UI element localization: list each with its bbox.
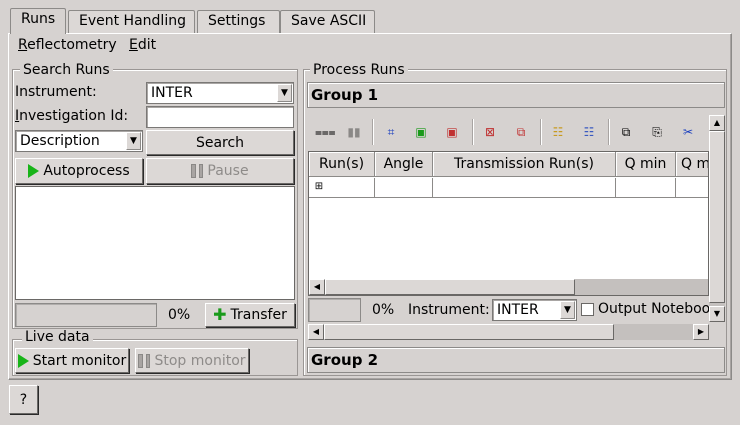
pause-label: Pause <box>207 163 249 179</box>
transfer-label: Transfer <box>230 307 287 323</box>
search-button-label: Search <box>195 134 245 151</box>
column-header-qmin[interactable]: Q min <box>616 152 676 177</box>
column-header-angle[interactable]: Angle <box>375 152 433 177</box>
menu-reflectometry-mnemonic: R <box>18 37 28 53</box>
tab-save-ascii[interactable]: Save ASCII <box>280 10 375 33</box>
search-results-table[interactable] <box>15 186 295 300</box>
copy-icon[interactable]: ⧉ <box>617 123 635 141</box>
tab-runs[interactable]: Runs <box>10 8 66 34</box>
column-header-qmax[interactable]: Q m <box>676 152 708 177</box>
instrument-select-value: INTER <box>151 85 193 101</box>
search-progress-text: 0% <box>168 307 191 323</box>
menu-edit[interactable]: Edit <box>129 37 156 53</box>
toolbar-separator <box>472 119 473 145</box>
description-select[interactable]: Description ▼ <box>15 130 143 152</box>
chevron-down-icon: ▼ <box>560 301 575 319</box>
paste-icon[interactable]: ⎘ <box>648 123 666 141</box>
investigation-id-input[interactable] <box>146 106 294 128</box>
expand-row-icon[interactable]: ⊞ <box>309 178 329 198</box>
scroll-up-icon[interactable]: ▲ <box>709 115 725 131</box>
table-scroll-thumb[interactable] <box>325 279 575 295</box>
help-button[interactable]: ? <box>9 385 38 414</box>
stop-monitor-label: Stop monitor <box>154 352 246 369</box>
instrument-label: Instrument: <box>15 84 97 100</box>
play-icon <box>17 353 29 368</box>
cell-transmission[interactable] <box>433 178 616 198</box>
transfer-button[interactable]: ✚ Transfer <box>205 303 295 327</box>
live-data-title: Live data <box>22 329 93 345</box>
stop-monitor-button[interactable]: Stop monitor <box>135 348 249 373</box>
plot-icon[interactable]: ⊠ <box>481 123 499 141</box>
chevron-down-icon: ▼ <box>277 84 292 102</box>
group-scroll-thumb[interactable] <box>324 324 614 340</box>
tab-event-handling[interactable]: Event Handling <box>68 10 195 33</box>
scroll-left-icon[interactable]: ◀ <box>309 279 325 295</box>
insert-row-icon[interactable]: ☷ <box>549 123 567 141</box>
chevron-down-icon: ▼ <box>126 132 141 150</box>
scroll-left-icon[interactable]: ◀ <box>308 324 324 340</box>
tab-event-handling-label: Event Handling <box>79 13 186 29</box>
delete-group-icon[interactable]: ▣ <box>443 123 461 141</box>
toolbar-separator <box>608 119 609 145</box>
tab-runs-label: Runs <box>21 11 56 27</box>
cell-qmin[interactable] <box>616 178 676 198</box>
cell-runs[interactable] <box>329 178 375 198</box>
column-header-transmission[interactable]: Transmission Run(s) <box>433 152 616 177</box>
autoprocess-label: Autoprocess <box>43 163 130 179</box>
description-select-value: Description <box>20 133 100 149</box>
menu-reflectometry-label: eflectometry <box>27 37 117 53</box>
menu-edit-mnemonic: E <box>129 37 138 53</box>
start-monitor-button[interactable]: Start monitor <box>15 348 129 373</box>
process-instrument-label: Instrument: <box>408 302 490 318</box>
start-monitor-label: Start monitor <box>32 352 127 369</box>
menu-edit-label: dit <box>137 37 157 53</box>
plot-group-icon[interactable]: ⧉ <box>512 123 530 141</box>
vertical-scroll-thumb[interactable] <box>709 131 725 303</box>
group-2-header[interactable]: Group 2 <box>307 347 725 373</box>
toolbar-separator <box>540 119 541 145</box>
search-runs-title: Search Runs <box>20 62 113 78</box>
menu-reflectometry[interactable]: Reflectometry <box>18 37 117 53</box>
tab-settings-label: Settings <box>208 13 266 29</box>
process-instrument-select[interactable]: INTER ▼ <box>492 299 577 321</box>
expand-all-icon[interactable]: ⌗ <box>382 123 400 141</box>
pause-icon <box>191 164 204 178</box>
scroll-right-icon[interactable]: ▶ <box>693 324 709 340</box>
help-button-label: ? <box>19 391 28 408</box>
process-progress-text: 0% <box>372 302 395 318</box>
group-2-label: Group 2 <box>311 351 379 369</box>
cut-icon[interactable]: ✂ <box>679 123 697 141</box>
tab-save-ascii-label: Save ASCII <box>291 13 367 29</box>
play-icon <box>28 164 40 178</box>
investigation-id-label: Investigation Id: <box>15 108 129 124</box>
column-header-runs[interactable]: Run(s) <box>309 152 375 177</box>
add-icon: ✚ <box>213 305 227 324</box>
pause-button[interactable]: Pause <box>146 158 294 184</box>
search-button[interactable]: Search <box>146 130 294 155</box>
cell-qmax[interactable] <box>676 178 708 198</box>
process-icon[interactable]: ⩶ <box>315 123 336 141</box>
process-progress-bar <box>308 298 361 322</box>
cell-angle[interactable] <box>375 178 433 198</box>
search-progress-bar <box>15 303 157 327</box>
runs-table[interactable]: Run(s) Angle Transmission Run(s) Q min Q… <box>308 151 709 296</box>
output-notebook-label: Output Noteboo <box>598 301 709 317</box>
autoprocess-button[interactable]: Autoprocess <box>15 158 143 184</box>
group-1-label: Group 1 <box>311 86 379 104</box>
instrument-select[interactable]: INTER ▼ <box>146 82 294 104</box>
toolbar-separator <box>372 119 373 145</box>
output-notebook-checkbox[interactable] <box>581 303 594 316</box>
tab-settings[interactable]: Settings <box>197 10 280 33</box>
pause-icon <box>138 353 151 368</box>
process-runs-title: Process Runs <box>310 62 408 78</box>
new-group-icon[interactable]: ▣ <box>412 123 430 141</box>
scroll-down-icon[interactable]: ▼ <box>709 306 725 322</box>
insert-group-row-icon[interactable]: ☷ <box>580 123 598 141</box>
group-1-header[interactable]: Group 1 <box>307 82 725 108</box>
process-instrument-value: INTER <box>497 302 539 318</box>
pause-icon[interactable]: ▮▮ <box>345 123 363 141</box>
